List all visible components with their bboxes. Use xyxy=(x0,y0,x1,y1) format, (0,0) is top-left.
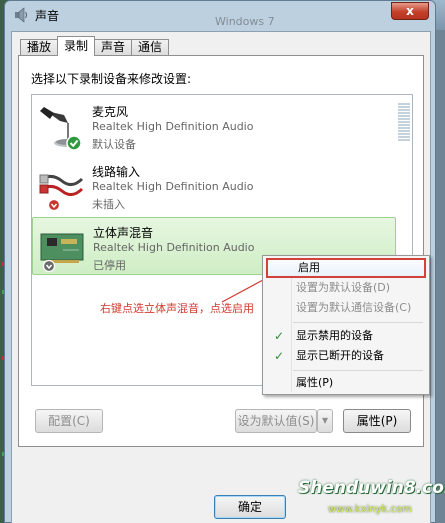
watermark-url: www.kxinyk.com xyxy=(328,504,412,515)
context-menu: 启用 设置为默认设备(D) 设置为默认通信设备(C) ✓ 显示禁用的设备 ✓ 显… xyxy=(262,255,430,395)
watermark-logo: Shenduwin8.com xyxy=(298,478,445,498)
menu-item-set-default-comm-device[interactable]: 设置为默认通信设备(C) xyxy=(266,298,426,318)
annotation-text: 右键点选立体声混音，点选启用 xyxy=(100,302,254,315)
menu-item-properties[interactable]: 属性(P) xyxy=(266,373,426,393)
watermark: Shenduwin8.com www.kxinyk.com xyxy=(298,478,445,522)
menu-item-show-disconnected[interactable]: ✓ 显示已断开的设备 xyxy=(266,346,426,366)
menu-item-enable[interactable]: 启用 xyxy=(266,258,426,278)
menu-item-set-default-device[interactable]: 设置为默认设备(D) xyxy=(266,278,426,298)
menu-separator xyxy=(293,370,423,371)
check-icon: ✓ xyxy=(274,349,285,363)
menu-separator xyxy=(293,322,423,323)
check-icon: ✓ xyxy=(274,329,285,343)
menu-item-label: 显示已断开的设备 xyxy=(296,349,384,362)
menu-item-label: 显示禁用的设备 xyxy=(296,329,373,342)
menu-item-show-disabled[interactable]: ✓ 显示禁用的设备 xyxy=(266,326,426,346)
